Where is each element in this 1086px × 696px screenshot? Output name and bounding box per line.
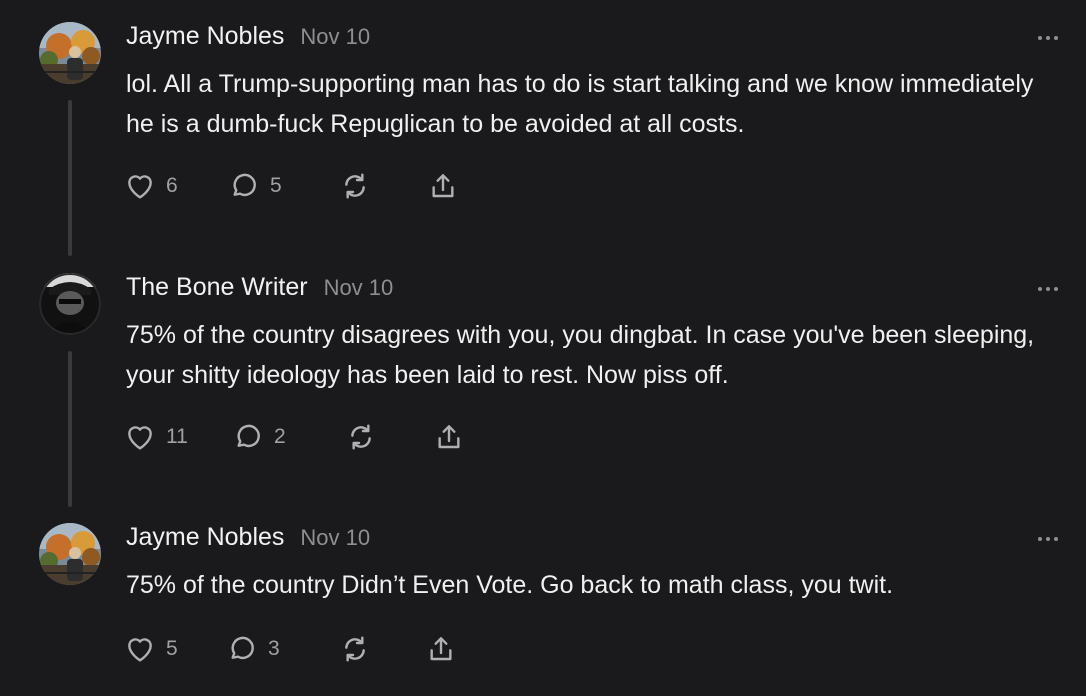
heart-icon [128, 426, 152, 450]
comment-text: lol. All a Trump-supporting man has to d… [126, 70, 1034, 138]
comment-icon [237, 424, 260, 448]
heart-icon [128, 175, 152, 199]
reply-count: 5 [270, 174, 282, 197]
like-count: 11 [166, 425, 188, 448]
like-count: 5 [166, 637, 178, 660]
author-name[interactable]: The Bone Writer [126, 273, 308, 301]
avatar[interactable] [39, 22, 101, 84]
like-button[interactable]: 6 [122, 168, 178, 204]
restack-icon [345, 636, 365, 662]
like-button[interactable]: 11 [122, 419, 188, 455]
comment-text: 75% of the country Didn’t Even Vote. Go … [126, 571, 894, 599]
share-button[interactable] [426, 168, 460, 204]
comment-date[interactable]: Nov 10 [300, 24, 370, 49]
comment-icon [231, 636, 254, 660]
like-button[interactable]: 5 [122, 631, 178, 667]
like-count: 6 [166, 174, 178, 197]
reply-button[interactable]: 3 [224, 631, 280, 667]
restack-button[interactable] [338, 168, 372, 204]
reply-count: 2 [274, 425, 286, 448]
comment-date[interactable]: Nov 10 [300, 525, 370, 550]
restack-icon [351, 424, 371, 450]
more-options-icon[interactable] [1036, 31, 1064, 45]
more-options-icon[interactable] [1036, 282, 1064, 296]
author-line: The Bone Writer Nov 10 [126, 273, 393, 302]
share-icon [438, 425, 460, 449]
reply-button[interactable]: 2 [230, 419, 286, 455]
restack-button[interactable] [344, 419, 378, 455]
reply-button[interactable]: 5 [226, 168, 282, 204]
reply-count: 3 [268, 637, 280, 660]
author-line: Jayme Nobles Nov 10 [126, 22, 370, 51]
author-name[interactable]: Jayme Nobles [126, 22, 284, 50]
share-button[interactable] [432, 419, 466, 455]
thread-line [68, 351, 72, 507]
comment-3: Jayme Nobles Nov 10 75% of the country Di… [0, 523, 1086, 693]
heart-icon [128, 638, 152, 662]
avatar[interactable] [39, 523, 101, 585]
thread-line [68, 100, 72, 256]
avatar[interactable] [39, 273, 101, 335]
comment-1: Jayme Nobles Nov 10 lol. All a Trump-supp… [0, 22, 1086, 262]
author-name[interactable]: Jayme Nobles [126, 523, 284, 551]
share-icon [432, 174, 454, 198]
comment-icon [233, 173, 256, 197]
comment-date[interactable]: Nov 10 [324, 275, 394, 300]
share-icon [430, 637, 452, 661]
comment-text: 75% of the country disagrees with you, y… [126, 321, 1035, 389]
more-options-icon[interactable] [1036, 532, 1064, 546]
restack-icon [345, 173, 365, 199]
share-button[interactable] [424, 631, 458, 667]
restack-button[interactable] [338, 631, 372, 667]
author-line: Jayme Nobles Nov 10 [126, 523, 370, 552]
comment-2: The Bone Writer Nov 10 75% of the country… [0, 273, 1086, 513]
